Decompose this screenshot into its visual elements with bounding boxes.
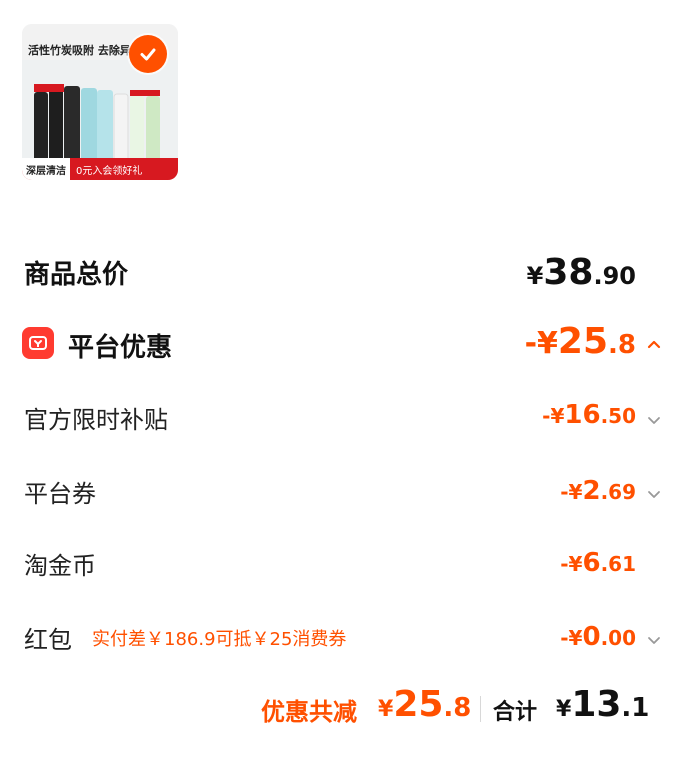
total-price-label: 商品总价 (24, 260, 129, 290)
discount-item-row[interactable]: 官方限时补贴 -¥16.50 (0, 400, 690, 436)
discount-item-value: -¥0.00 (560, 622, 636, 652)
discount-item-label: 淘金币 (24, 552, 96, 580)
checkout-footer: 优惠共减 ¥25.8 合计 ¥13.1 (0, 684, 690, 734)
platform-discount-value: -¥25.8 (524, 321, 636, 362)
total-discount-label: 优惠共减 (261, 698, 357, 726)
red-packet-note: 实付差￥186.9可抵￥25消费券 (92, 629, 347, 650)
discount-item-label: 平台券 (24, 480, 96, 508)
chevron-down-icon[interactable] (646, 412, 662, 428)
product-bottom-bar: 深层清洁 0元入会领好礼 (22, 158, 178, 180)
discount-item-label: 红包 (24, 626, 72, 654)
sum-label: 合计 (493, 700, 538, 725)
product-tag: 深层清洁 (22, 158, 70, 180)
chevron-down-icon[interactable] (646, 486, 662, 502)
product-promo: 0元入会领好礼 (76, 165, 143, 177)
chevron-down-icon[interactable] (646, 632, 662, 648)
total-price-row: 商品总价 ¥38.90 (0, 252, 690, 298)
discount-item-label: 官方限时补贴 (24, 406, 168, 434)
discount-item-value: -¥2.69 (560, 476, 636, 506)
total-price-value: ¥38.90 (526, 252, 636, 293)
chevron-up-icon[interactable] (646, 336, 662, 352)
discount-item-value: -¥6.61 (560, 548, 636, 578)
discount-item-row[interactable]: 红包 实付差￥186.9可抵￥25消费券 -¥0.00 (0, 620, 690, 656)
platform-coupon-icon (22, 327, 54, 359)
divider (480, 696, 481, 722)
sum-value: ¥13.1 (556, 684, 650, 725)
discount-item-row: 淘金币 -¥6.61 (0, 546, 690, 582)
platform-discount-label: 平台优惠 (68, 333, 173, 363)
total-discount-value: ¥25.8 (378, 684, 472, 725)
selected-check-icon[interactable] (129, 35, 167, 73)
discount-item-value: -¥16.50 (542, 400, 636, 430)
discount-item-row[interactable]: 平台券 -¥2.69 (0, 474, 690, 510)
platform-discount-row[interactable]: 平台优惠 -¥25.8 (0, 321, 690, 365)
